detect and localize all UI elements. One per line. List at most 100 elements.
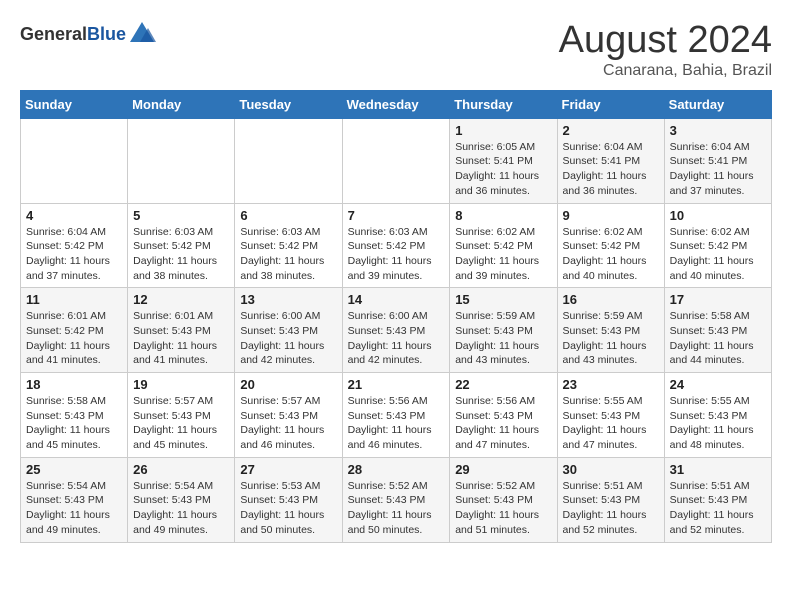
day-number: 30 bbox=[563, 462, 659, 477]
day-details: Sunrise: 5:53 AM Sunset: 5:43 PM Dayligh… bbox=[240, 479, 336, 538]
day-number: 11 bbox=[26, 292, 122, 307]
day-details: Sunrise: 5:59 AM Sunset: 5:43 PM Dayligh… bbox=[455, 309, 551, 368]
calendar-cell: 9Sunrise: 6:02 AM Sunset: 5:42 PM Daylig… bbox=[557, 203, 664, 288]
day-details: Sunrise: 6:00 AM Sunset: 5:43 PM Dayligh… bbox=[240, 309, 336, 368]
day-details: Sunrise: 5:58 AM Sunset: 5:43 PM Dayligh… bbox=[670, 309, 766, 368]
logo: GeneralBlue bbox=[20, 20, 156, 48]
calendar-week-row: 18Sunrise: 5:58 AM Sunset: 5:43 PM Dayli… bbox=[21, 373, 772, 458]
calendar-cell: 26Sunrise: 5:54 AM Sunset: 5:43 PM Dayli… bbox=[128, 457, 235, 542]
day-details: Sunrise: 6:02 AM Sunset: 5:42 PM Dayligh… bbox=[563, 225, 659, 284]
calendar-cell: 15 Sunrise: 5:59 AM Sunset: 5:43 PM Dayli… bbox=[450, 288, 557, 373]
calendar-header: SundayMondayTuesdayWednesdayThursdayFrid… bbox=[21, 90, 772, 118]
day-details: Sunrise: 6:02 AM Sunset: 5:42 PM Dayligh… bbox=[670, 225, 766, 284]
day-number: 27 bbox=[240, 462, 336, 477]
weekday-header-tuesday: Tuesday bbox=[235, 90, 342, 118]
calendar-cell: 12 Sunrise: 6:01 AM Sunset: 5:43 PM Dayli… bbox=[128, 288, 235, 373]
calendar-cell bbox=[128, 118, 235, 203]
day-details: Sunrise: 6:02 AM Sunset: 5:42 PM Dayligh… bbox=[455, 225, 551, 284]
day-number: 2 bbox=[563, 123, 659, 138]
day-details: Sunrise: 6:01 AM Sunset: 5:42 PM Dayligh… bbox=[26, 309, 122, 368]
day-number: 1 bbox=[455, 123, 551, 138]
day-number: 20 bbox=[240, 377, 336, 392]
day-number: 5 bbox=[133, 208, 229, 223]
calendar-cell: 11 Sunrise: 6:01 AM Sunset: 5:42 PM Dayli… bbox=[21, 288, 128, 373]
day-details: Sunrise: 6:05 AM Sunset: 5:41 PM Dayligh… bbox=[455, 140, 551, 199]
page-header: GeneralBlue August 2024 Canarana, Bahia,… bbox=[20, 20, 772, 80]
calendar-cell: 5 Sunrise: 6:03 AM Sunset: 5:42 PM Daylig… bbox=[128, 203, 235, 288]
day-details: Sunrise: 5:56 AM Sunset: 5:43 PM Dayligh… bbox=[455, 394, 551, 453]
day-number: 13 bbox=[240, 292, 336, 307]
day-number: 10 bbox=[670, 208, 766, 223]
day-number: 4 bbox=[26, 208, 122, 223]
main-title: August 2024 bbox=[559, 20, 772, 62]
day-number: 8 bbox=[455, 208, 551, 223]
calendar-cell: 13 Sunrise: 6:00 AM Sunset: 5:43 PM Dayli… bbox=[235, 288, 342, 373]
day-details: Sunrise: 6:03 AM Sunset: 5:42 PM Dayligh… bbox=[240, 225, 336, 284]
day-details: Sunrise: 6:03 AM Sunset: 5:42 PM Dayligh… bbox=[133, 225, 229, 284]
calendar-cell bbox=[235, 118, 342, 203]
day-details: Sunrise: 5:56 AM Sunset: 5:43 PM Dayligh… bbox=[348, 394, 445, 453]
calendar-week-row: 11 Sunrise: 6:01 AM Sunset: 5:42 PM Dayli… bbox=[21, 288, 772, 373]
calendar-cell: 23Sunrise: 5:55 AM Sunset: 5:43 PM Dayli… bbox=[557, 373, 664, 458]
day-details: Sunrise: 6:00 AM Sunset: 5:43 PM Dayligh… bbox=[348, 309, 445, 368]
calendar-cell: 17 Sunrise: 5:58 AM Sunset: 5:43 PM Dayli… bbox=[664, 288, 771, 373]
day-number: 31 bbox=[670, 462, 766, 477]
calendar-week-row: 4 Sunrise: 6:04 AM Sunset: 5:42 PM Daylig… bbox=[21, 203, 772, 288]
weekday-header-thursday: Thursday bbox=[450, 90, 557, 118]
calendar-table: SundayMondayTuesdayWednesdayThursdayFrid… bbox=[20, 90, 772, 543]
day-number: 28 bbox=[348, 462, 445, 477]
day-number: 7 bbox=[348, 208, 445, 223]
calendar-cell: 8 Sunrise: 6:02 AM Sunset: 5:42 PM Daylig… bbox=[450, 203, 557, 288]
day-number: 25 bbox=[26, 462, 122, 477]
title-block: August 2024 Canarana, Bahia, Brazil bbox=[559, 20, 772, 80]
calendar-cell: 4 Sunrise: 6:04 AM Sunset: 5:42 PM Daylig… bbox=[21, 203, 128, 288]
day-details: Sunrise: 5:51 AM Sunset: 5:43 PM Dayligh… bbox=[670, 479, 766, 538]
weekday-header-sunday: Sunday bbox=[21, 90, 128, 118]
calendar-cell bbox=[21, 118, 128, 203]
calendar-cell: 6 Sunrise: 6:03 AM Sunset: 5:42 PM Daylig… bbox=[235, 203, 342, 288]
logo-blue: Blue bbox=[87, 24, 126, 44]
weekday-header-wednesday: Wednesday bbox=[342, 90, 450, 118]
day-number: 26 bbox=[133, 462, 229, 477]
day-details: Sunrise: 6:01 AM Sunset: 5:43 PM Dayligh… bbox=[133, 309, 229, 368]
day-number: 24 bbox=[670, 377, 766, 392]
day-details: Sunrise: 5:52 AM Sunset: 5:43 PM Dayligh… bbox=[348, 479, 445, 538]
calendar-cell: 20Sunrise: 5:57 AM Sunset: 5:43 PM Dayli… bbox=[235, 373, 342, 458]
logo-general: General bbox=[20, 24, 87, 44]
day-details: Sunrise: 6:04 AM Sunset: 5:41 PM Dayligh… bbox=[670, 140, 766, 199]
calendar-cell: 3 Sunrise: 6:04 AM Sunset: 5:41 PM Daylig… bbox=[664, 118, 771, 203]
day-details: Sunrise: 6:04 AM Sunset: 5:42 PM Dayligh… bbox=[26, 225, 122, 284]
calendar-cell: 27 Sunrise: 5:53 AM Sunset: 5:43 PM Dayli… bbox=[235, 457, 342, 542]
day-number: 22 bbox=[455, 377, 551, 392]
calendar-cell: 22 Sunrise: 5:56 AM Sunset: 5:43 PM Dayli… bbox=[450, 373, 557, 458]
day-number: 29 bbox=[455, 462, 551, 477]
day-number: 19 bbox=[133, 377, 229, 392]
calendar-cell: 7Sunrise: 6:03 AM Sunset: 5:42 PM Daylig… bbox=[342, 203, 450, 288]
day-number: 3 bbox=[670, 123, 766, 138]
day-number: 6 bbox=[240, 208, 336, 223]
calendar-week-row: 1 Sunrise: 6:05 AM Sunset: 5:41 PM Daylig… bbox=[21, 118, 772, 203]
day-number: 14 bbox=[348, 292, 445, 307]
day-number: 12 bbox=[133, 292, 229, 307]
calendar-cell: 25Sunrise: 5:54 AM Sunset: 5:43 PM Dayli… bbox=[21, 457, 128, 542]
calendar-cell: 14 Sunrise: 6:00 AM Sunset: 5:43 PM Dayli… bbox=[342, 288, 450, 373]
day-number: 15 bbox=[455, 292, 551, 307]
calendar-cell: 21Sunrise: 5:56 AM Sunset: 5:43 PM Dayli… bbox=[342, 373, 450, 458]
calendar-week-row: 25Sunrise: 5:54 AM Sunset: 5:43 PM Dayli… bbox=[21, 457, 772, 542]
day-details: Sunrise: 6:04 AM Sunset: 5:41 PM Dayligh… bbox=[563, 140, 659, 199]
calendar-cell: 19Sunrise: 5:57 AM Sunset: 5:43 PM Dayli… bbox=[128, 373, 235, 458]
weekday-header-monday: Monday bbox=[128, 90, 235, 118]
calendar-cell: 28 Sunrise: 5:52 AM Sunset: 5:43 PM Dayli… bbox=[342, 457, 450, 542]
calendar-cell: 2 Sunrise: 6:04 AM Sunset: 5:41 PM Daylig… bbox=[557, 118, 664, 203]
day-number: 17 bbox=[670, 292, 766, 307]
calendar-cell: 31 Sunrise: 5:51 AM Sunset: 5:43 PM Dayli… bbox=[664, 457, 771, 542]
day-number: 16 bbox=[563, 292, 659, 307]
calendar-cell bbox=[342, 118, 450, 203]
day-details: Sunrise: 5:52 AM Sunset: 5:43 PM Dayligh… bbox=[455, 479, 551, 538]
calendar-cell: 10 Sunrise: 6:02 AM Sunset: 5:42 PM Dayli… bbox=[664, 203, 771, 288]
logo-icon bbox=[128, 20, 156, 48]
day-details: Sunrise: 5:59 AM Sunset: 5:43 PM Dayligh… bbox=[563, 309, 659, 368]
day-number: 18 bbox=[26, 377, 122, 392]
calendar-cell: 16 Sunrise: 5:59 AM Sunset: 5:43 PM Dayli… bbox=[557, 288, 664, 373]
calendar-cell: 29 Sunrise: 5:52 AM Sunset: 5:43 PM Dayli… bbox=[450, 457, 557, 542]
